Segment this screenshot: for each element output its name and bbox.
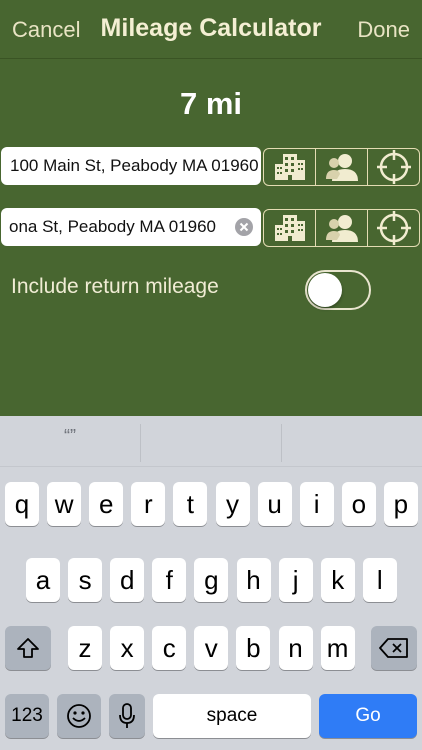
keyboard: “” qwertyuiop asdfghjkl zxcvbnm 123 spac… xyxy=(0,416,422,750)
key-v[interactable]: v xyxy=(194,626,229,670)
key-o[interactable]: o xyxy=(341,482,376,526)
key-d[interactable]: d xyxy=(110,558,145,602)
origin-address-field[interactable] xyxy=(1,147,261,185)
contact-person-icon xyxy=(325,215,358,242)
navigation-bar: Cancel Mileage Calculator Done xyxy=(0,0,422,58)
key-i[interactable]: i xyxy=(299,482,334,526)
key-a[interactable]: a xyxy=(26,558,60,602)
done-button[interactable]: Done xyxy=(357,17,410,43)
origin-contact-button[interactable] xyxy=(316,149,368,185)
key-h[interactable]: h xyxy=(236,558,271,602)
key-s[interactable]: s xyxy=(68,558,103,602)
destination-contact-button[interactable] xyxy=(316,210,368,246)
numbers-key[interactable]: 123 xyxy=(5,694,49,738)
key-g[interactable]: g xyxy=(194,558,229,602)
destination-current-location-button[interactable] xyxy=(368,210,419,246)
mileage-calculator-screen: Cancel Mileage Calculator Done 7 mi 100 … xyxy=(0,0,422,416)
emoji-smiley-icon xyxy=(67,704,91,728)
suggestion-item[interactable]: “” xyxy=(0,416,140,466)
origin-business-button[interactable] xyxy=(264,149,316,185)
key-f[interactable]: f xyxy=(152,558,187,602)
origin-current-location-button[interactable] xyxy=(368,149,419,185)
microphone-icon xyxy=(119,703,135,728)
backspace-key[interactable] xyxy=(371,626,417,670)
key-c[interactable]: c xyxy=(152,626,187,670)
suggestion-bar: “” xyxy=(0,416,422,467)
key-w[interactable]: w xyxy=(47,482,82,526)
key-x[interactable]: x xyxy=(110,626,145,670)
shift-arrow-icon xyxy=(17,638,39,658)
key-m[interactable]: m xyxy=(320,626,355,670)
key-k[interactable]: k xyxy=(320,558,355,602)
key-l[interactable]: l xyxy=(362,558,397,602)
key-u[interactable]: u xyxy=(257,482,292,526)
origin-lookup-buttons xyxy=(263,148,420,186)
location-target-icon xyxy=(376,150,411,184)
key-q[interactable]: q xyxy=(5,482,39,526)
emoji-key[interactable] xyxy=(57,694,101,738)
space-key[interactable]: space xyxy=(153,694,311,738)
destination-address-field[interactable] xyxy=(1,208,261,246)
contact-person-icon xyxy=(325,154,358,181)
buildings-icon xyxy=(274,215,305,241)
buildings-icon xyxy=(274,154,305,180)
distance-result: 7 mi xyxy=(179,86,243,121)
dictation-key[interactable] xyxy=(109,694,145,738)
shift-key[interactable] xyxy=(5,626,51,670)
toggle-knob xyxy=(308,273,342,307)
suggestion-item-empty[interactable] xyxy=(282,416,422,466)
clear-text-button[interactable] xyxy=(235,218,253,236)
backspace-icon xyxy=(379,638,408,658)
destination-address-input[interactable] xyxy=(9,208,231,246)
location-target-icon xyxy=(376,211,411,245)
destination-lookup-buttons xyxy=(263,209,420,247)
clear-x-icon xyxy=(239,222,249,232)
return-mileage-label: Include return mileage xyxy=(11,275,219,298)
key-n[interactable]: n xyxy=(278,626,313,670)
key-b[interactable]: b xyxy=(236,626,271,670)
key-y[interactable]: y xyxy=(215,482,250,526)
key-j[interactable]: j xyxy=(278,558,313,602)
destination-business-button[interactable] xyxy=(264,210,316,246)
key-p[interactable]: p xyxy=(383,482,418,526)
key-r[interactable]: r xyxy=(131,482,166,526)
key-t[interactable]: t xyxy=(173,482,208,526)
cancel-button[interactable]: Cancel xyxy=(12,17,80,43)
navbar-divider xyxy=(0,58,422,59)
suggestion-item-empty[interactable] xyxy=(141,416,281,466)
key-z[interactable]: z xyxy=(68,626,102,670)
go-key[interactable]: Go xyxy=(319,694,417,738)
return-mileage-toggle[interactable] xyxy=(305,270,371,310)
origin-address-input[interactable] xyxy=(10,147,258,185)
key-e[interactable]: e xyxy=(89,482,124,526)
